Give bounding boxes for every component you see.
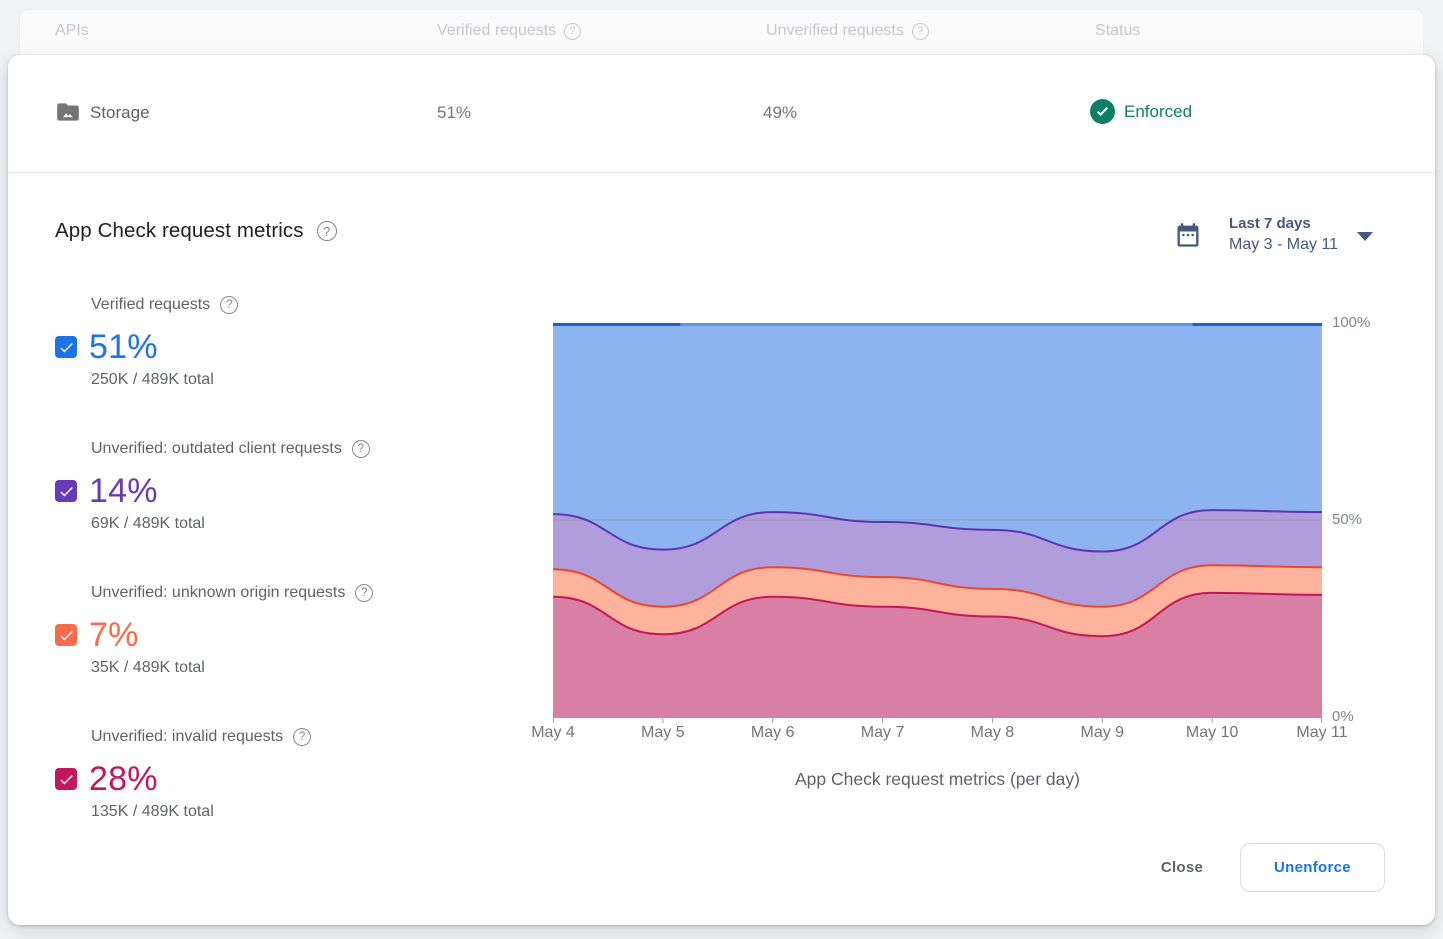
unenforce-button[interactable]: Unenforce bbox=[1240, 843, 1385, 892]
caret-down-icon bbox=[1357, 232, 1373, 241]
legend-value-row: 51% bbox=[55, 325, 495, 369]
legend-checkbox-unknown-origin[interactable] bbox=[55, 624, 77, 646]
stacked-area-chart bbox=[553, 323, 1322, 725]
column-header-apis: APIs bbox=[55, 22, 89, 40]
legend-checkbox-verified[interactable] bbox=[55, 336, 77, 358]
x-axis-label: May 7 bbox=[861, 724, 905, 742]
date-range-selector[interactable]: Last 7 days May 3 - May 11 bbox=[1174, 214, 1373, 256]
y-axis-labels: 100%50%0% bbox=[1332, 323, 1392, 725]
x-axis-label: May 9 bbox=[1080, 724, 1124, 742]
legend-percentage: 14% bbox=[89, 472, 158, 511]
enforced-check-icon bbox=[1090, 99, 1115, 124]
legend-label-row: Unverified: outdated client requests ? bbox=[91, 440, 495, 458]
column-header-unverified-requests: Unverified requests ? bbox=[766, 22, 929, 40]
x-axis-label: May 6 bbox=[751, 724, 795, 742]
legend-label: Unverified: unknown origin requests bbox=[91, 584, 345, 602]
x-axis-label: May 5 bbox=[641, 724, 685, 742]
y-axis-label: 100% bbox=[1332, 314, 1370, 331]
help-icon: ? bbox=[564, 23, 581, 40]
verified-requests-value: 51% bbox=[437, 103, 471, 123]
calendar-icon bbox=[1174, 221, 1202, 249]
legend-checkbox-outdated-client[interactable] bbox=[55, 480, 77, 502]
help-icon[interactable]: ? bbox=[355, 584, 373, 602]
date-range-text: Last 7 days May 3 - May 11 bbox=[1229, 214, 1338, 256]
status-badge: Enforced bbox=[1090, 99, 1192, 124]
legend-value-row: 7% bbox=[55, 613, 495, 657]
y-axis-label: 50% bbox=[1332, 511, 1362, 528]
legend-item-outdated-client: Unverified: outdated client requests ? 1… bbox=[55, 440, 495, 533]
x-axis-label: May 10 bbox=[1186, 724, 1238, 742]
legend-detail: 250K / 489K total bbox=[91, 371, 495, 389]
legend-checkbox-invalid[interactable] bbox=[55, 768, 77, 790]
y-axis-label: 0% bbox=[1332, 708, 1354, 725]
x-axis-labels: May 4May 5May 6May 7May 8May 9May 10May … bbox=[553, 724, 1322, 746]
help-icon[interactable]: ? bbox=[220, 296, 238, 314]
legend-label: Unverified: invalid requests bbox=[91, 728, 283, 746]
section-title-row: App Check request metrics ? bbox=[55, 219, 337, 243]
app-check-detail-card: Storage 51% 49% Enforced App Check reque… bbox=[8, 55, 1435, 925]
chart-canvas bbox=[553, 323, 1322, 725]
legend-label: Unverified: outdated client requests bbox=[91, 440, 342, 458]
x-axis-label: May 8 bbox=[971, 724, 1015, 742]
legend-value-row: 28% bbox=[55, 757, 495, 801]
legend-label: Verified requests bbox=[91, 296, 210, 314]
legend-item-invalid: Unverified: invalid requests ? 28% 135K … bbox=[55, 728, 495, 821]
x-axis-label: May 11 bbox=[1296, 724, 1347, 742]
column-header-label: Verified requests bbox=[437, 22, 556, 40]
unverified-requests-value: 49% bbox=[763, 103, 797, 123]
help-icon: ? bbox=[912, 23, 929, 40]
x-axis-label: May 4 bbox=[531, 724, 575, 742]
section-title: App Check request metrics bbox=[55, 219, 304, 243]
legend-percentage: 51% bbox=[89, 328, 158, 367]
legend-value-row: 14% bbox=[55, 469, 495, 513]
column-header-status: Status bbox=[1095, 22, 1140, 40]
help-icon[interactable]: ? bbox=[293, 728, 311, 746]
column-header-verified-requests: Verified requests ? bbox=[437, 22, 581, 40]
row-divider bbox=[8, 172, 1435, 173]
legend-label-row: Unverified: invalid requests ? bbox=[91, 728, 495, 746]
legend-label-row: Unverified: unknown origin requests ? bbox=[91, 584, 495, 602]
legend-detail: 69K / 489K total bbox=[91, 515, 495, 533]
legend-label-row: Verified requests ? bbox=[91, 296, 495, 314]
status-label: Enforced bbox=[1124, 102, 1192, 122]
date-range-dates: May 3 - May 11 bbox=[1229, 234, 1338, 256]
help-icon[interactable]: ? bbox=[317, 221, 337, 241]
legend-detail: 35K / 489K total bbox=[91, 659, 495, 677]
help-icon[interactable]: ? bbox=[352, 440, 370, 458]
legend-detail: 135K / 489K total bbox=[91, 803, 495, 821]
legend-item-verified: Verified requests ? 51% 250K / 489K tota… bbox=[55, 296, 495, 389]
chart-caption: App Check request metrics (per day) bbox=[553, 769, 1322, 790]
date-range-preset: Last 7 days bbox=[1229, 214, 1338, 234]
api-name: Storage bbox=[90, 103, 150, 123]
storage-folder-icon bbox=[55, 99, 81, 125]
legend-item-unknown-origin: Unverified: unknown origin requests ? 7%… bbox=[55, 584, 495, 677]
legend-percentage: 7% bbox=[89, 616, 139, 655]
legend-percentage: 28% bbox=[89, 760, 158, 799]
column-header-label: Unverified requests bbox=[766, 22, 904, 40]
close-button[interactable]: Close bbox=[1132, 850, 1232, 886]
